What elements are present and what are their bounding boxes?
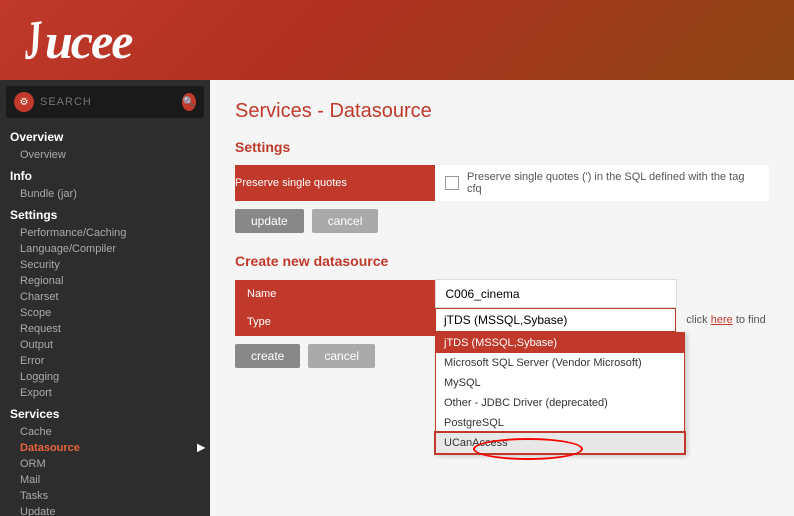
- name-label: Name: [235, 280, 435, 308]
- settings-section-title: Settings: [235, 139, 769, 155]
- search-input[interactable]: [40, 96, 182, 108]
- sidebar-item-mail[interactable]: Mail: [0, 472, 210, 488]
- sidebar-item-security[interactable]: Security: [0, 257, 210, 273]
- sidebar-item-bundle[interactable]: Bundle (jar): [0, 186, 210, 202]
- create-button[interactable]: create: [235, 344, 300, 368]
- create-cancel-button[interactable]: cancel: [308, 344, 375, 368]
- main-layout: 🔍 Overview Overview Info Bundle (jar) Se…: [0, 80, 794, 516]
- sidebar-section-info: Info: [0, 163, 210, 186]
- name-input[interactable]: [442, 285, 662, 303]
- update-button[interactable]: update: [235, 209, 304, 233]
- type-dropdown-trigger[interactable]: jTDS (MSSQL,Sybase): [435, 308, 676, 332]
- type-row: Type jTDS (MSSQL,Sybase) jTDS (MSSQL,Syb…: [235, 308, 769, 336]
- logo: Jucee: [20, 9, 131, 71]
- header: Jucee: [0, 0, 794, 80]
- type-dropdown[interactable]: jTDS (MSSQL,Sybase) jTDS (MSSQL,Sybase) …: [435, 308, 676, 332]
- create-datasource-table: Name Type jTDS (MSSQL,Sybase) jTDS (MSSQ…: [235, 279, 769, 336]
- preserve-quotes-description: Preserve single quotes (') in the SQL de…: [467, 171, 759, 195]
- dd-item-jtds[interactable]: jTDS (MSSQL,Sybase): [436, 333, 684, 353]
- sidebar: 🔍 Overview Overview Info Bundle (jar) Se…: [0, 80, 210, 516]
- settings-cancel-button[interactable]: cancel: [312, 209, 379, 233]
- sidebar-item-orm[interactable]: ORM: [0, 456, 210, 472]
- dd-item-postgresql[interactable]: PostgreSQL: [436, 413, 684, 433]
- type-hint-cell: click here to find: [676, 308, 769, 336]
- name-input-cell: [435, 280, 676, 308]
- settings-buttons: update cancel: [235, 209, 769, 233]
- type-dropdown-cell: jTDS (MSSQL,Sybase) jTDS (MSSQL,Sybase) …: [435, 308, 676, 336]
- preserve-quotes-label: Preserve single quotes: [235, 165, 435, 201]
- sidebar-item-tasks[interactable]: Tasks: [0, 488, 210, 504]
- settings-table: Preserve single quotes Preserve single q…: [235, 165, 769, 201]
- type-label: Type: [235, 308, 435, 336]
- hint-prefix: click: [686, 314, 710, 326]
- create-section-title: Create new datasource: [235, 253, 769, 269]
- search-bar[interactable]: 🔍: [6, 86, 204, 118]
- preserve-quotes-checkbox[interactable]: [445, 176, 459, 190]
- sidebar-item-overview[interactable]: Overview: [0, 147, 210, 163]
- sidebar-item-regional[interactable]: Regional: [0, 273, 210, 289]
- main-content: Services - Datasource Settings Preserve …: [210, 80, 794, 516]
- hint-suffix: to find: [733, 314, 766, 326]
- sidebar-item-datasource[interactable]: Datasource: [0, 440, 210, 456]
- type-selected-value: jTDS (MSSQL,Sybase): [444, 313, 567, 327]
- sidebar-item-charset[interactable]: Charset: [0, 289, 210, 305]
- sidebar-section-overview: Overview: [0, 124, 210, 147]
- settings-row-preserve: Preserve single quotes Preserve single q…: [235, 165, 769, 201]
- type-dropdown-list: jTDS (MSSQL,Sybase) Microsoft SQL Server…: [435, 332, 685, 454]
- sidebar-item-logging[interactable]: Logging: [0, 369, 210, 385]
- sidebar-section-settings: Settings: [0, 202, 210, 225]
- search-icon: [14, 92, 34, 112]
- dd-item-ucanaccess[interactable]: UCanAccess: [436, 433, 684, 453]
- sidebar-item-performance[interactable]: Performance/Caching: [0, 225, 210, 241]
- sidebar-item-cache[interactable]: Cache: [0, 424, 210, 440]
- sidebar-item-error[interactable]: Error: [0, 353, 210, 369]
- sidebar-item-request[interactable]: Request: [0, 321, 210, 337]
- page-title: Services - Datasource: [235, 100, 769, 123]
- search-button[interactable]: 🔍: [182, 93, 196, 111]
- sidebar-item-language[interactable]: Language/Compiler: [0, 241, 210, 257]
- dd-item-other-jdbc[interactable]: Other - JDBC Driver (deprecated): [436, 393, 684, 413]
- sidebar-item-output[interactable]: Output: [0, 337, 210, 353]
- sidebar-item-scope[interactable]: Scope: [0, 305, 210, 321]
- name-row: Name: [235, 280, 769, 308]
- hint-link[interactable]: here: [711, 314, 733, 326]
- dd-item-mysql[interactable]: MySQL: [436, 373, 684, 393]
- sidebar-item-export[interactable]: Export: [0, 385, 210, 401]
- sidebar-item-update[interactable]: Update: [0, 504, 210, 516]
- dd-item-mssql[interactable]: Microsoft SQL Server (Vendor Microsoft): [436, 353, 684, 373]
- sidebar-section-services: Services: [0, 401, 210, 424]
